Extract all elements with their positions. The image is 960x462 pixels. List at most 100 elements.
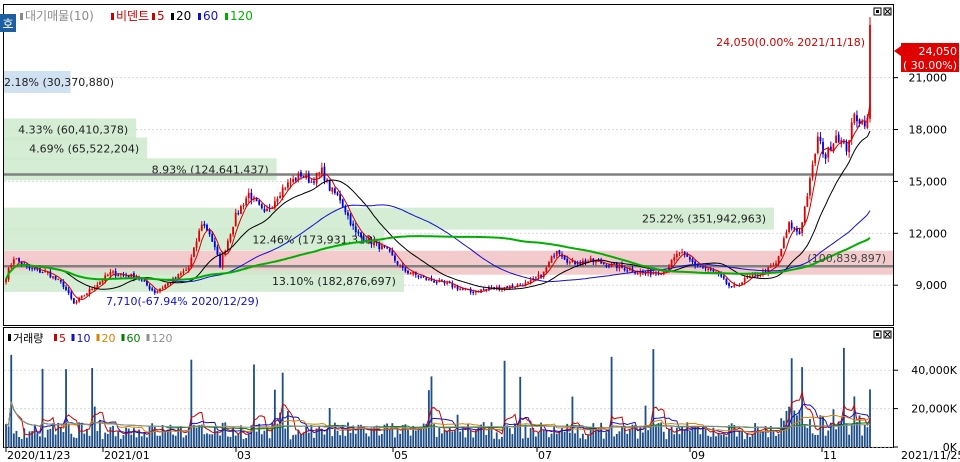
candle-body <box>208 230 211 235</box>
candle-body <box>788 222 790 233</box>
candle-body <box>702 266 704 268</box>
volume-bar <box>699 434 702 447</box>
volume-bar <box>86 429 88 447</box>
candle-body <box>602 263 605 265</box>
candle-body <box>558 250 561 255</box>
candle-body <box>425 277 428 280</box>
volume-bar <box>414 430 417 447</box>
candle-body <box>318 172 321 174</box>
volume-bar <box>647 430 650 447</box>
candle-body <box>80 295 83 299</box>
volume-bar <box>380 433 383 447</box>
volume-bar <box>443 430 446 447</box>
candle-body <box>605 264 608 267</box>
volume-bar <box>438 427 441 447</box>
volume-bar <box>213 426 216 447</box>
volume-bar <box>534 436 537 447</box>
volume-bar <box>399 433 402 447</box>
candle-body <box>769 266 772 268</box>
candle-body <box>57 279 60 281</box>
x-tick-label: 09 <box>691 449 705 462</box>
candle-body <box>798 231 801 234</box>
volume-bar <box>668 429 670 447</box>
volume-bar <box>289 439 292 447</box>
volume-bar <box>20 439 23 447</box>
candle-body <box>720 274 723 277</box>
volume-bar <box>702 426 704 447</box>
candle-body <box>407 270 409 274</box>
volume-bar <box>568 432 571 447</box>
volume-bar <box>822 416 824 447</box>
volume-bar <box>433 424 435 447</box>
volume-bar <box>550 433 553 447</box>
volume-bar <box>474 430 477 447</box>
volume-bar <box>263 430 266 447</box>
candle-body <box>349 214 352 225</box>
candle-body <box>527 281 529 283</box>
volume-bar <box>297 430 300 447</box>
volume-bar <box>694 427 697 447</box>
volume-bar <box>151 423 154 447</box>
volume-bar <box>678 434 681 447</box>
volume-bar <box>615 433 618 447</box>
x-axis: 2020/11/23 2021/01 03 05 07 09 11 2021/11/25 <box>5 447 960 462</box>
legend-label: 120 <box>230 9 253 23</box>
candle-body <box>404 267 407 272</box>
candle-body <box>772 265 775 267</box>
volume-bar <box>482 422 485 447</box>
legend-label: 거래량 <box>13 332 43 345</box>
candle-body <box>323 166 326 181</box>
volume-bar <box>208 434 211 447</box>
last-price-value: 24,050 <box>919 45 958 58</box>
candle-body <box>373 242 375 246</box>
volume-bar <box>229 436 232 447</box>
overhang-bar-label: 4.69% (65,522,204) <box>29 143 139 156</box>
overhang-max-label: (100,839,897) <box>807 252 886 265</box>
volume-bar <box>553 426 556 447</box>
candle-body <box>435 281 438 283</box>
candle-body <box>18 258 20 262</box>
volume-bar <box>850 423 853 447</box>
volume-bar <box>754 423 757 447</box>
volume-bar <box>65 369 67 447</box>
candle-body <box>743 278 746 282</box>
volume-bar <box>407 429 409 447</box>
volume-bar <box>602 438 605 447</box>
volume-bar <box>772 430 775 447</box>
volume-bar <box>655 424 657 447</box>
volume-bar <box>174 435 177 447</box>
candle-body <box>660 274 663 276</box>
volume-bar <box>613 436 616 447</box>
volume-bar <box>143 431 146 447</box>
volume-bar <box>198 425 201 447</box>
candle-body <box>250 192 253 200</box>
volume-bar <box>49 428 52 447</box>
candle-body <box>91 289 94 291</box>
volume-bar <box>36 433 39 447</box>
candle-body <box>151 288 154 291</box>
candle-body <box>232 226 235 235</box>
volume-bar <box>307 432 310 447</box>
legend-swatch <box>121 334 125 341</box>
volume-bar <box>383 424 386 447</box>
volume-bar <box>401 425 404 447</box>
volume-bar <box>796 415 798 447</box>
volume-bar <box>819 415 822 447</box>
legend-label: 20 <box>102 332 116 345</box>
candle-body <box>388 248 391 252</box>
volume-bar <box>746 432 749 447</box>
volume-bar <box>498 439 501 447</box>
volume-bar <box>756 426 759 447</box>
volume-bar <box>25 437 28 447</box>
candle-body <box>845 142 848 152</box>
volume-bar <box>741 430 744 447</box>
candle-body <box>221 254 224 268</box>
candle-body <box>44 271 47 273</box>
volume-bar <box>101 439 104 447</box>
volume-bar <box>41 368 44 447</box>
candle-body <box>712 269 715 272</box>
candle-body <box>816 136 819 153</box>
candle-body <box>281 187 284 197</box>
candle-body <box>746 277 749 279</box>
candle-body <box>626 270 629 272</box>
